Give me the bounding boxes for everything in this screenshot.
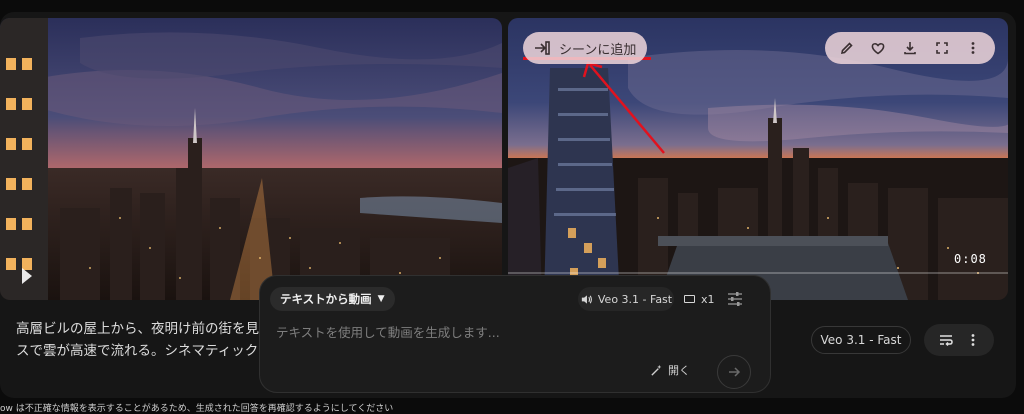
edit-button[interactable] xyxy=(837,38,857,58)
video-description: 高層ビルの屋上から、夜明け前の街を見下 スで雲が高速で流れる。シネマティック xyxy=(16,318,266,362)
add-to-scene-button[interactable]: シーンに追加 xyxy=(523,32,647,64)
download-button[interactable] xyxy=(900,38,920,58)
caret-down-icon: ▼ xyxy=(377,294,385,304)
tune-icon[interactable] xyxy=(726,290,744,308)
video-thumbnail-left[interactable] xyxy=(0,18,502,300)
add-to-scene-label: シーンに追加 xyxy=(559,42,637,58)
wrap-text-icon xyxy=(939,335,953,347)
open-label: 開く xyxy=(668,364,690,377)
magic-wand-icon xyxy=(651,364,662,376)
prompt-composer: テキストから動画 ▼ Veo 3.1 - Fast x1 開く xyxy=(259,275,771,393)
fullscreen-button[interactable] xyxy=(932,38,952,58)
add-to-scene-icon xyxy=(535,41,550,55)
model-selector[interactable]: Veo 3.1 - Fast xyxy=(578,287,674,311)
aspect-ratio-icon xyxy=(684,295,695,303)
output-count-selector[interactable]: x1 xyxy=(684,290,715,308)
more-vert-icon xyxy=(971,334,974,346)
description-line-2: スで雲が高速で流れる。シネマティック xyxy=(16,343,259,359)
arrow-right-icon xyxy=(729,367,741,377)
app-root: シーンに追加 0:08 高層ビルの屋上から、夜明け前の街を見下 スで雲が高速で流… xyxy=(0,0,1024,414)
annotation-arrow xyxy=(582,61,665,154)
heart-icon xyxy=(872,43,885,55)
fullscreen-icon xyxy=(935,42,948,54)
volume-icon xyxy=(581,294,592,304)
download-icon xyxy=(904,42,916,55)
video-timestamp: 0:08 xyxy=(954,252,987,266)
output-count-label: x1 xyxy=(701,292,715,306)
prompt-input[interactable] xyxy=(274,320,748,344)
mode-dropdown[interactable]: テキストから動画 ▼ xyxy=(270,287,395,311)
like-button[interactable] xyxy=(868,38,888,58)
mode-label: テキストから動画 xyxy=(280,292,372,306)
description-line-1: 高層ビルの屋上から、夜明け前の街を見下 xyxy=(16,321,266,337)
more-vert-icon xyxy=(971,42,975,54)
video-progress-bar[interactable] xyxy=(508,272,1008,274)
footer-disclaimer: ow は不正確な情報を表示することがあるため、生成された回答を再確認するようにし… xyxy=(0,404,394,414)
open-button[interactable]: 開く xyxy=(650,360,690,380)
more-options-button[interactable] xyxy=(963,38,983,58)
pencil-icon xyxy=(840,42,853,55)
video-toolbar xyxy=(825,32,995,64)
model-selector-label: Veo 3.1 - Fast xyxy=(597,292,673,306)
send-button[interactable] xyxy=(717,355,751,389)
model-chip[interactable]: Veo 3.1 - Fast xyxy=(811,326,911,354)
video-actions-button[interactable] xyxy=(924,324,994,356)
